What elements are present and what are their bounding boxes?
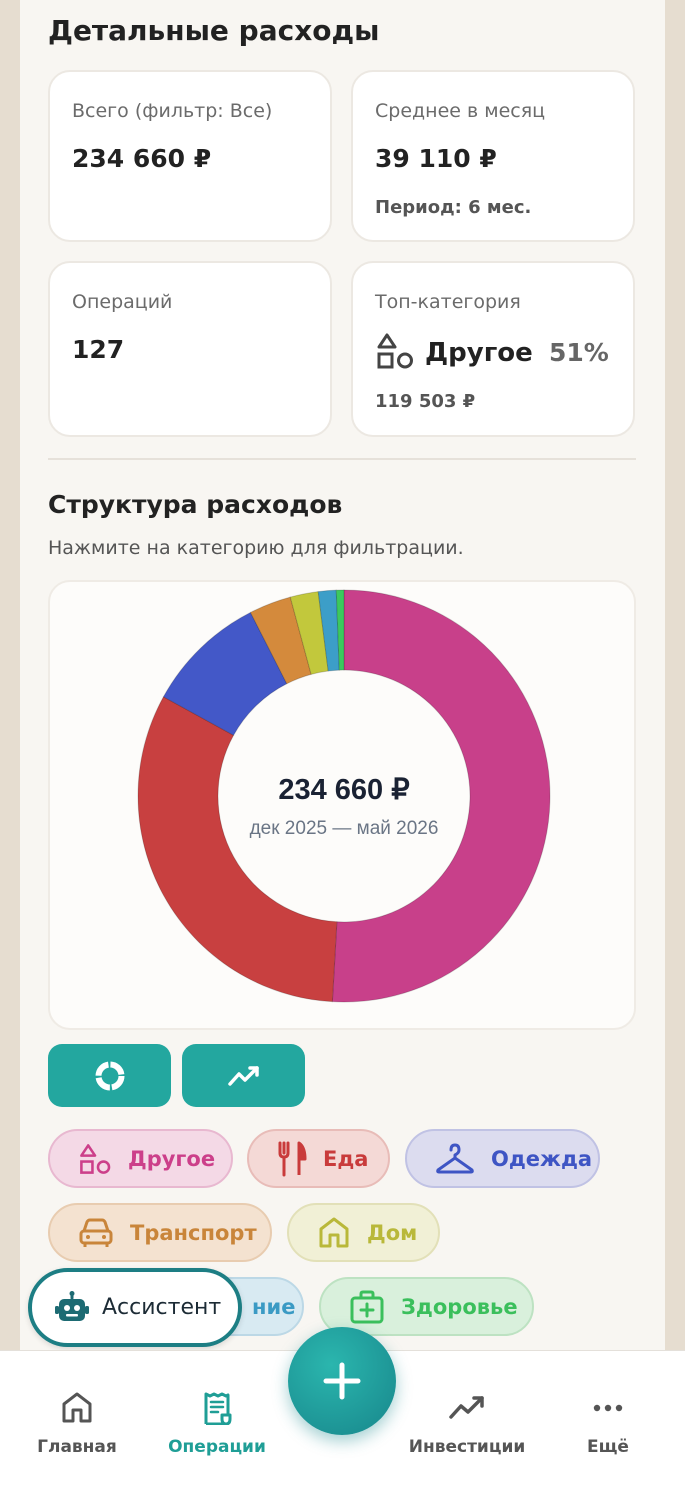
donut-icon <box>95 1061 124 1090</box>
avg-value: 39 110 ₽ <box>375 144 497 173</box>
add-operation-button[interactable] <box>288 1327 396 1435</box>
chip-transport[interactable]: Транспорт <box>48 1203 272 1262</box>
page-title: Детальные расходы <box>48 14 380 47</box>
nav-operations-label: Операции <box>168 1437 266 1457</box>
nav-more[interactable]: Ещё <box>533 1391 683 1457</box>
top-category-pct: 51% <box>549 338 609 367</box>
nav-investments[interactable]: Инвестиции <box>392 1391 542 1457</box>
chip-label: Дом <box>367 1220 418 1245</box>
trend-view-button[interactable] <box>182 1044 305 1107</box>
chip-label: Одежда <box>491 1146 593 1171</box>
plus-icon <box>323 1362 361 1400</box>
nav-more-label: Ещё <box>587 1437 629 1457</box>
donut-slice-2[interactable] <box>137 696 338 1003</box>
donut-view-button[interactable] <box>48 1044 171 1107</box>
robot-icon <box>55 1290 89 1321</box>
ops-card: Операций 127 <box>48 261 332 437</box>
nav-operations[interactable]: Операции <box>142 1391 292 1457</box>
shapes-icon <box>377 333 413 369</box>
home-icon <box>319 1217 349 1247</box>
chip-other[interactable]: Другое <box>48 1129 233 1188</box>
total-label: Всего (фильтр: Все) <box>72 100 273 122</box>
chip-label: ние <box>252 1294 296 1319</box>
ops-value: 127 <box>72 335 125 364</box>
hanger-icon <box>436 1143 474 1173</box>
avg-card: Среднее в месяц 39 110 ₽ Период: 6 мес. <box>351 70 635 242</box>
shapes-icon <box>80 1143 111 1174</box>
avg-label: Среднее в месяц <box>375 100 546 122</box>
home-icon <box>62 1392 92 1423</box>
more-icon <box>593 1404 623 1412</box>
car-icon <box>79 1218 113 1247</box>
cutlery-icon <box>278 1141 307 1176</box>
divider <box>48 458 636 460</box>
top-category-name: Другое <box>425 338 533 368</box>
top-category-card[interactable]: Топ-категория Другое 51% 119 503 ₽ <box>351 261 635 437</box>
structure-title: Структура расходов <box>48 490 343 519</box>
donut-chart-card: 234 660 ₽ дек 2025 — май 2026 <box>48 580 636 1030</box>
chip-label: Еда <box>323 1146 369 1171</box>
chip-label: Здоровье <box>401 1294 518 1319</box>
ops-label: Операций <box>72 291 173 313</box>
donut-chart <box>137 589 551 1003</box>
nav-home[interactable]: Главная <box>2 1391 152 1457</box>
chip-clothes[interactable]: Одежда <box>405 1129 600 1188</box>
expenses-panel: Детальные расходы Всего (фильтр: Все) 23… <box>20 0 665 1360</box>
assistant-label: Ассистент <box>102 1295 222 1320</box>
chip-home[interactable]: Дом <box>287 1203 440 1262</box>
trend-up-icon <box>449 1396 484 1419</box>
nav-home-label: Главная <box>37 1437 117 1457</box>
structure-hint: Нажмите на категорию для фильтрации. <box>48 537 464 559</box>
total-card: Всего (фильтр: Все) 234 660 ₽ <box>48 70 332 242</box>
top-category-amount: 119 503 ₽ <box>375 391 476 412</box>
chip-food[interactable]: Еда <box>247 1129 390 1188</box>
medkit-icon <box>350 1290 384 1323</box>
chip-label: Другое <box>128 1146 216 1171</box>
assistant-button[interactable]: Ассистент <box>28 1268 242 1347</box>
chip-label: Транспорт <box>130 1220 257 1245</box>
donut-center-period: дек 2025 — май 2026 <box>249 818 439 839</box>
receipt-icon <box>204 1392 232 1425</box>
donut-center-total: 234 660 ₽ <box>278 774 410 806</box>
total-value: 234 660 ₽ <box>72 144 212 173</box>
trend-icon <box>227 1065 259 1086</box>
avg-period: Период: 6 мес. <box>375 197 532 218</box>
top-category-label: Топ-категория <box>375 291 521 313</box>
nav-investments-label: Инвестиции <box>408 1437 526 1457</box>
